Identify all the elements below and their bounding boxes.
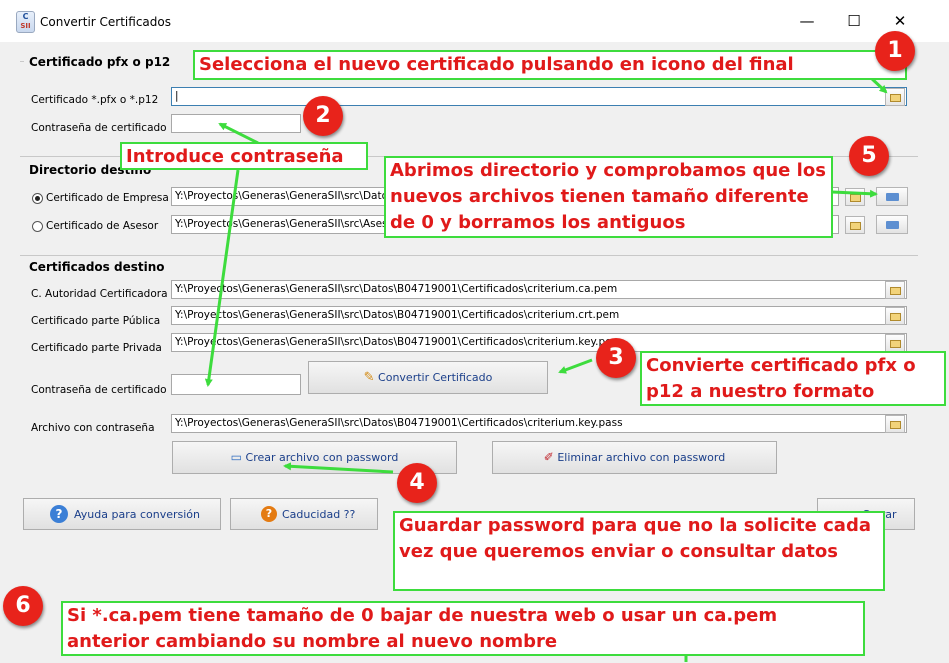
callout-5: Abrimos directorio y comprobamos que los… — [384, 156, 833, 238]
callout-1: Selecciona el nuevo certificado pulsando… — [193, 50, 907, 80]
callout-2: Introduce contraseña — [120, 142, 368, 170]
arrow-3 — [558, 358, 593, 374]
arrow-5 — [831, 189, 878, 198]
badge-1: 1 — [875, 31, 915, 71]
badge-5: 5 — [849, 136, 889, 176]
callout-3: Convierte certificado pfx o p12 a nuestr… — [640, 351, 946, 406]
arrow-2b — [204, 169, 240, 387]
badge-3: 3 — [596, 338, 636, 378]
badge-2: 2 — [303, 96, 343, 136]
callout-6: Si *.ca.pem tiene tamaño de 0 bajar de n… — [61, 601, 865, 656]
arrow-2a — [218, 122, 259, 145]
callout-4: Guardar password para que no la solicite… — [393, 511, 885, 591]
badge-6: 6 — [3, 586, 43, 626]
arrow-4 — [283, 462, 394, 474]
badge-4: 4 — [397, 463, 437, 503]
